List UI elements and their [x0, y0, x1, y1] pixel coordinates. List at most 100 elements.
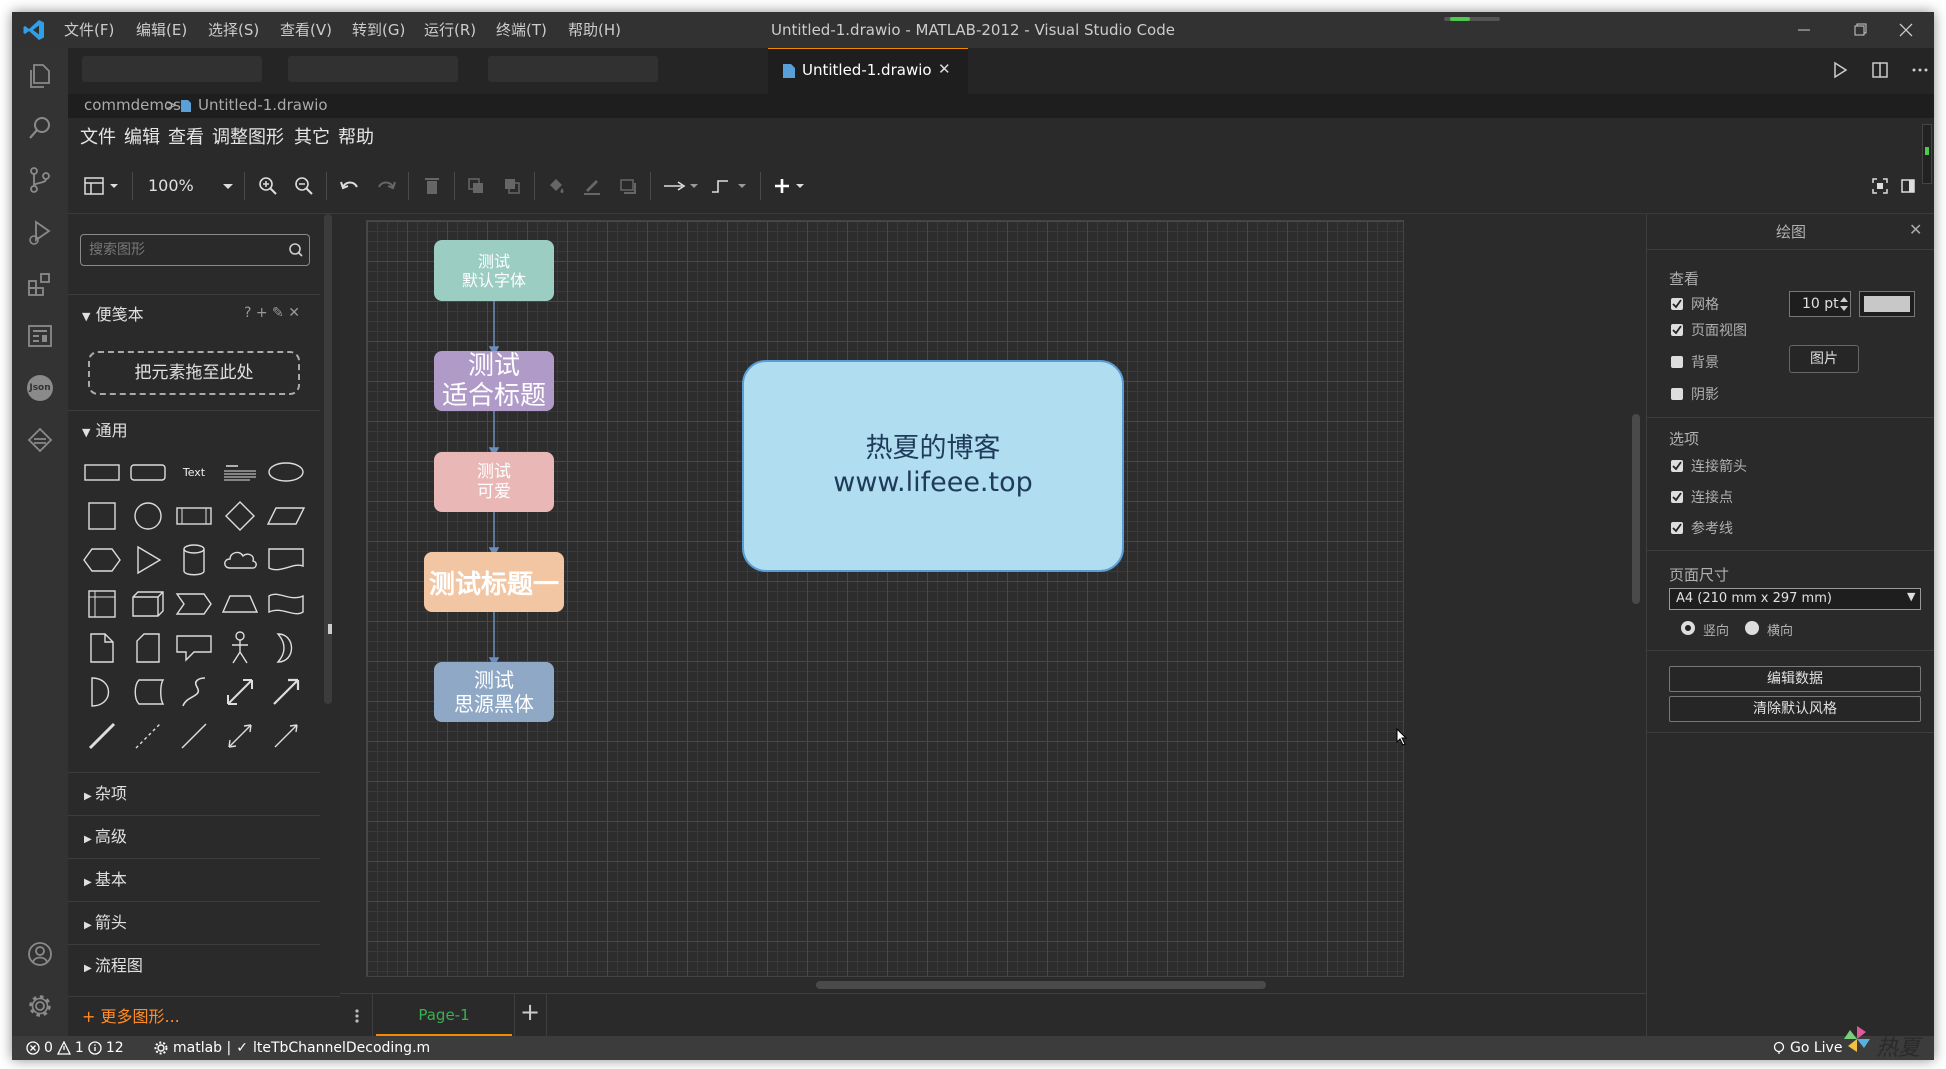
shape-process[interactable] — [172, 494, 216, 538]
blurred-tab[interactable] — [82, 56, 262, 82]
node-title-one[interactable]: 测试标题一 — [424, 552, 564, 612]
active-editor-tab[interactable]: Untitled-1.drawio ✕ — [768, 48, 968, 94]
guides-checkbox[interactable] — [1671, 522, 1683, 534]
menu-terminal[interactable]: 终端(T) — [496, 12, 547, 48]
shape-note[interactable] — [80, 626, 124, 670]
shadow-checkbox[interactable] — [1671, 388, 1683, 400]
tab-close-icon[interactable]: ✕ — [938, 60, 951, 78]
arrows-section[interactable]: ▶ 箭头 — [68, 901, 320, 943]
shape-step[interactable] — [172, 582, 216, 626]
scratchpad-dropzone[interactable]: 把元素拖至此处 — [88, 351, 300, 395]
shape-curve[interactable] — [172, 670, 216, 714]
blurred-tab[interactable] — [288, 56, 458, 82]
problems-indicator[interactable]: 0 1 12 — [26, 1036, 124, 1060]
more-shapes-button[interactable]: + 更多图形... — [68, 996, 340, 1036]
menu-go[interactable]: 转到(G) — [352, 12, 405, 48]
misc-section[interactable]: ▶ 杂项 — [68, 772, 320, 814]
menu-selection[interactable]: 选择(S) — [208, 12, 259, 48]
breadcrumb-file[interactable]: Untitled-1.drawio — [198, 96, 328, 114]
zoom-level[interactable]: 100% — [148, 176, 194, 195]
diagram-canvas[interactable]: 测试 默认字体 测试 适合标题 测试 可爱 测试标题一 测试 思源黑体 热夏的博… — [328, 214, 1646, 993]
advanced-section[interactable]: ▶ 高级 — [68, 815, 320, 857]
fullscreen-icon[interactable] — [1866, 172, 1894, 200]
scratchpad-actions[interactable]: ? + ✎ ✕ — [244, 305, 300, 321]
extensions-icon[interactable] — [12, 258, 68, 310]
menu-file[interactable]: 文件(F) — [64, 12, 114, 48]
shape-text[interactable]: Text — [172, 450, 216, 494]
shape-actor[interactable] — [218, 626, 262, 670]
view-panels-icon[interactable] — [80, 172, 124, 200]
search-icon[interactable] — [12, 102, 68, 154]
general-section-header[interactable]: ▼ 通用 — [68, 410, 320, 450]
shape-cylinder[interactable] — [172, 538, 216, 582]
drawio-menu-help[interactable]: 帮助 — [338, 118, 374, 158]
node-source-han[interactable]: 测试 思源黑体 — [434, 662, 554, 722]
account-icon[interactable] — [12, 928, 68, 980]
connection-points-checkbox[interactable] — [1671, 491, 1683, 503]
zoom-in-icon[interactable] — [254, 172, 282, 200]
insert-plus-icon[interactable] — [770, 172, 814, 200]
delete-icon[interactable] — [418, 172, 446, 200]
basic-section[interactable]: ▶ 基本 — [68, 858, 320, 900]
shadow-icon[interactable] — [614, 172, 642, 200]
flowchart-section[interactable]: ▶ 流程图 — [68, 944, 320, 986]
menu-help[interactable]: 帮助(H) — [568, 12, 621, 48]
shape-bidirectional-arrow[interactable] — [218, 670, 262, 714]
shape-thick-line[interactable] — [80, 714, 124, 758]
drawio-menu-file[interactable]: 文件 — [80, 118, 116, 158]
shape-double-arrow-line[interactable] — [218, 714, 262, 758]
undo-icon[interactable] — [336, 172, 364, 200]
blurred-tab[interactable] — [488, 56, 658, 82]
shape-cloud[interactable] — [218, 538, 262, 582]
node-default-font[interactable]: 测试 默认字体 — [434, 240, 554, 301]
shape-square[interactable] — [80, 494, 124, 538]
explorer-icon[interactable] — [12, 50, 68, 102]
add-page-button[interactable]: + — [520, 998, 540, 1026]
drawio-icon[interactable] — [12, 310, 68, 362]
shape-circle[interactable] — [126, 494, 170, 538]
shape-rectangle[interactable] — [80, 450, 124, 494]
node-cute[interactable]: 测试 可爱 — [434, 452, 554, 512]
drawio-menu-view[interactable]: 查看 — [168, 118, 204, 158]
shape-triangle[interactable] — [126, 538, 170, 582]
search-icon[interactable] — [288, 242, 304, 258]
grid-color-picker[interactable] — [1859, 291, 1915, 317]
shape-or[interactable] — [264, 626, 308, 670]
shape-dashed-line[interactable] — [126, 714, 170, 758]
more-actions-icon[interactable] — [1910, 60, 1930, 80]
waypoints-icon[interactable] — [708, 172, 752, 200]
paper-size-select[interactable]: A4 (210 mm x 297 mm) — [1669, 588, 1921, 610]
zoom-out-icon[interactable] — [290, 172, 318, 200]
minimize-button[interactable] — [1776, 12, 1832, 48]
shape-search-input[interactable]: 搜索图形 — [80, 234, 310, 266]
grid-checkbox[interactable] — [1671, 298, 1683, 310]
json-icon[interactable]: Json — [12, 362, 68, 414]
close-window-button[interactable] — [1878, 12, 1934, 48]
shape-document[interactable] — [264, 538, 308, 582]
matlab-status[interactable]: matlab | ✓ lteTbChannelDecoding.m — [154, 1036, 430, 1060]
drawio-menu-edit[interactable]: 编辑 — [124, 118, 160, 158]
shape-textbox[interactable] — [218, 450, 262, 494]
close-panel-icon[interactable]: ✕ — [1909, 220, 1922, 239]
node-fit-title[interactable]: 测试 适合标题 — [434, 351, 554, 411]
format-panel-toggle-icon[interactable] — [1894, 172, 1922, 200]
shape-parallelogram[interactable] — [264, 494, 308, 538]
shape-data-storage[interactable] — [126, 670, 170, 714]
shape-rounded-rectangle[interactable] — [126, 450, 170, 494]
page-tab-page-1[interactable]: Page-1 — [376, 994, 512, 1037]
blog-box[interactable]: 热夏的博客 www.lifeee.top — [742, 360, 1124, 572]
zoom-dropdown-icon[interactable] — [223, 184, 233, 190]
pages-menu-icon[interactable] — [354, 1008, 360, 1024]
background-image-button[interactable]: 图片 — [1789, 345, 1859, 373]
shape-trapezoid[interactable] — [218, 582, 262, 626]
to-front-icon[interactable] — [462, 172, 490, 200]
fill-color-icon[interactable] — [542, 172, 570, 200]
shape-cube[interactable] — [126, 582, 170, 626]
to-back-icon[interactable] — [498, 172, 526, 200]
shape-card[interactable] — [126, 626, 170, 670]
sidebar-resize-handle[interactable] — [328, 624, 332, 634]
shape-delay[interactable] — [80, 670, 124, 714]
edit-data-button[interactable]: 编辑数据 — [1669, 666, 1921, 692]
grid-size-stepper-icon[interactable] — [1839, 294, 1849, 314]
landscape-radio[interactable] — [1745, 621, 1759, 635]
